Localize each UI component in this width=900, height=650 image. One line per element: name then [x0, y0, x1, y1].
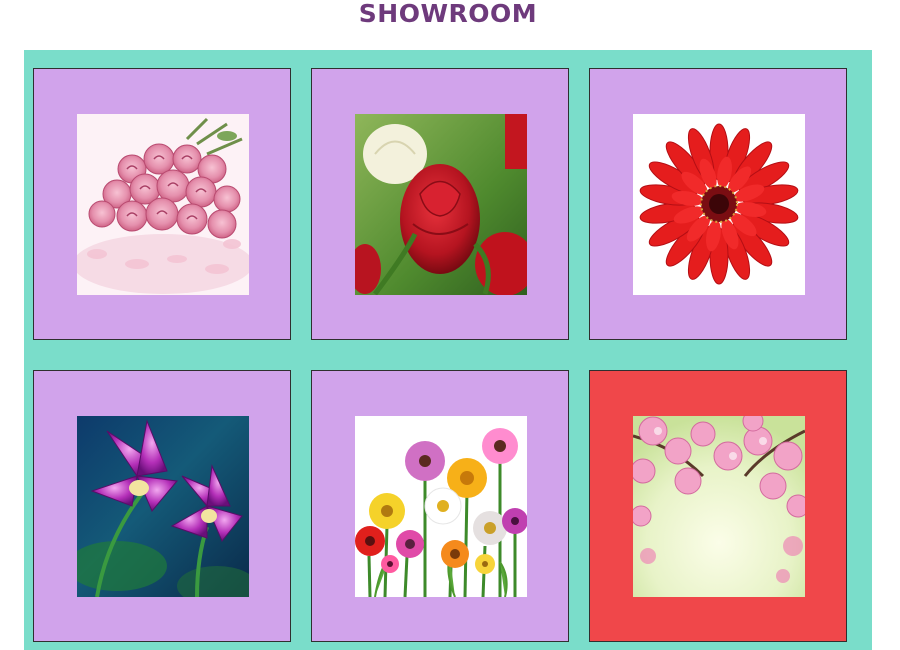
- red-and-white-roses-icon: [355, 114, 527, 295]
- cherry-blossom-icon: [633, 416, 805, 597]
- flower-card[interactable]: [33, 370, 291, 642]
- pink-roses-bouquet-icon: [77, 114, 249, 295]
- flower-card[interactable]: [311, 370, 569, 642]
- purple-orchids-icon: [77, 416, 249, 597]
- flower-card[interactable]: [589, 68, 847, 340]
- flower-card[interactable]: [311, 68, 569, 340]
- flower-card-selected[interactable]: [589, 370, 847, 642]
- flower-card[interactable]: [33, 68, 291, 340]
- flower-gallery: [24, 50, 872, 650]
- red-gerbera-icon: [633, 114, 805, 295]
- colorful-daisies-icon: [355, 416, 527, 597]
- page-title: SHOWROOM: [358, 0, 538, 28]
